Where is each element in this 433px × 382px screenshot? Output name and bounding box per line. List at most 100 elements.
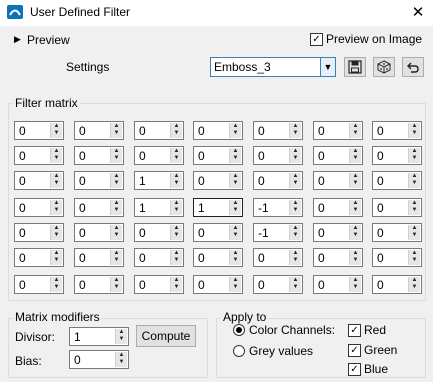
matrix-cell-r4-c5[interactable]: -1 ▲ ▼ (253, 198, 303, 217)
spinner-arrows-icon[interactable]: ▲ ▼ (229, 123, 241, 138)
matrix-cell-r1-c4[interactable]: 0 ▲ ▼ (193, 121, 243, 140)
matrix-cell-r5-c1[interactable]: 0 ▲ ▼ (14, 223, 64, 242)
matrix-cell-r3-c2[interactable]: 0 ▲ ▼ (74, 171, 124, 190)
matrix-cell-r6-c2[interactable]: 0 ▲ ▼ (74, 248, 124, 267)
spinner-arrows-icon[interactable]: ▲ ▼ (170, 123, 182, 138)
matrix-cell-r3-c3[interactable]: 1 ▲ ▼ (134, 171, 184, 190)
spinner-arrows-icon[interactable]: ▲ ▼ (229, 250, 241, 265)
grey-values-label[interactable]: Grey values (249, 344, 313, 358)
spinner-arrows-icon[interactable]: ▲ ▼ (170, 200, 182, 215)
settings-dropdown[interactable]: Emboss_3 ▼ (210, 57, 336, 77)
spinner-arrows-icon[interactable]: ▲ ▼ (289, 250, 301, 265)
spinner-arrows-icon[interactable]: ▲ ▼ (50, 277, 62, 292)
preview-on-image-checkbox[interactable]: ✓ (310, 33, 323, 46)
matrix-cell-r7-c1[interactable]: 0 ▲ ▼ (14, 275, 64, 294)
spinner-arrows-icon[interactable]: ▲ ▼ (170, 225, 182, 240)
matrix-cell-r1-c3[interactable]: 0 ▲ ▼ (134, 121, 184, 140)
matrix-cell-r3-c1[interactable]: 0 ▲ ▼ (14, 171, 64, 190)
matrix-cell-r3-c7[interactable]: 0 ▲ ▼ (372, 171, 422, 190)
spinner-arrows-icon[interactable]: ▲ ▼ (408, 277, 420, 292)
randomize-button[interactable] (373, 57, 395, 77)
matrix-cell-r3-c5[interactable]: 0 ▲ ▼ (253, 171, 303, 190)
spinner-arrows-icon[interactable]: ▲ ▼ (50, 250, 62, 265)
matrix-cell-r1-c7[interactable]: 0 ▲ ▼ (372, 121, 422, 140)
spinner-arrows-icon[interactable]: ▲ ▼ (110, 200, 122, 215)
spinner-arrows-icon[interactable]: ▲ ▼ (170, 148, 182, 163)
triangle-right-icon[interactable]: ▶ (14, 34, 21, 45)
matrix-cell-r4-c4[interactable]: 1 ▲ ▼ (193, 198, 243, 217)
matrix-cell-r6-c7[interactable]: 0 ▲ ▼ (372, 248, 422, 267)
color-channels-radio[interactable] (233, 324, 245, 336)
matrix-cell-r6-c4[interactable]: 0 ▲ ▼ (193, 248, 243, 267)
spinner-arrows-icon[interactable]: ▲ ▼ (408, 173, 420, 188)
spinner-arrows-icon[interactable]: ▲ ▼ (229, 277, 241, 292)
grey-values-radio[interactable] (233, 345, 245, 357)
blue-label[interactable]: Blue (364, 362, 388, 376)
spinner-arrows-icon[interactable]: ▲ ▼ (408, 148, 420, 163)
matrix-cell-r2-c5[interactable]: 0 ▲ ▼ (253, 146, 303, 165)
matrix-cell-r4-c3[interactable]: 1 ▲ ▼ (134, 198, 184, 217)
spinner-arrows-icon[interactable]: ▲ ▼ (289, 225, 301, 240)
matrix-cell-r4-c6[interactable]: 0 ▲ ▼ (313, 198, 363, 217)
matrix-cell-r7-c5[interactable]: 0 ▲ ▼ (253, 275, 303, 294)
green-label[interactable]: Green (364, 343, 397, 357)
matrix-cell-r3-c4[interactable]: 0 ▲ ▼ (193, 171, 243, 190)
spinner-arrows-icon[interactable]: ▲ ▼ (289, 148, 301, 163)
spinner-arrows-icon[interactable]: ▲ ▼ (110, 277, 122, 292)
chevron-down-icon[interactable]: ▼ (320, 58, 335, 76)
spinner-arrows-icon[interactable]: ▲ ▼ (349, 225, 361, 240)
compute-button[interactable]: Compute (136, 325, 196, 347)
spinner-arrows-icon[interactable]: ▲ ▼ (115, 329, 127, 344)
spinner-arrows-icon[interactable]: ▲ ▼ (50, 200, 62, 215)
matrix-cell-r7-c7[interactable]: 0 ▲ ▼ (372, 275, 422, 294)
spinner-arrows-icon[interactable]: ▲ ▼ (289, 173, 301, 188)
spinner-arrows-icon[interactable]: ▲ ▼ (229, 225, 241, 240)
divisor-spinner[interactable]: 1 ▲ ▼ (69, 327, 129, 346)
blue-checkbox[interactable]: ✓ (348, 363, 361, 376)
reset-button[interactable] (402, 57, 424, 77)
preview-toggle[interactable]: Preview (27, 33, 70, 47)
spinner-arrows-icon[interactable]: ▲ ▼ (229, 200, 241, 215)
matrix-cell-r3-c6[interactable]: 0 ▲ ▼ (313, 171, 363, 190)
matrix-cell-r1-c2[interactable]: 0 ▲ ▼ (74, 121, 124, 140)
red-checkbox[interactable]: ✓ (348, 324, 361, 337)
spinner-arrows-icon[interactable]: ▲ ▼ (349, 277, 361, 292)
matrix-cell-r7-c6[interactable]: 0 ▲ ▼ (313, 275, 363, 294)
spinner-arrows-icon[interactable]: ▲ ▼ (349, 173, 361, 188)
spinner-arrows-icon[interactable]: ▲ ▼ (110, 225, 122, 240)
spinner-arrows-icon[interactable]: ▲ ▼ (349, 250, 361, 265)
matrix-cell-r2-c3[interactable]: 0 ▲ ▼ (134, 146, 184, 165)
spinner-arrows-icon[interactable]: ▲ ▼ (170, 250, 182, 265)
matrix-cell-r5-c7[interactable]: 0 ▲ ▼ (372, 223, 422, 242)
matrix-cell-r6-c5[interactable]: 0 ▲ ▼ (253, 248, 303, 267)
spinner-arrows-icon[interactable]: ▲ ▼ (110, 148, 122, 163)
matrix-cell-r5-c3[interactable]: 0 ▲ ▼ (134, 223, 184, 242)
spinner-arrows-icon[interactable]: ▲ ▼ (408, 123, 420, 138)
spinner-arrows-icon[interactable]: ▲ ▼ (408, 250, 420, 265)
matrix-cell-r2-c6[interactable]: 0 ▲ ▼ (313, 146, 363, 165)
preview-on-image-label[interactable]: Preview on Image (326, 32, 422, 46)
spinner-arrows-icon[interactable]: ▲ ▼ (229, 148, 241, 163)
spinner-arrows-icon[interactable]: ▲ ▼ (110, 123, 122, 138)
spinner-arrows-icon[interactable]: ▲ ▼ (408, 225, 420, 240)
matrix-cell-r2-c7[interactable]: 0 ▲ ▼ (372, 146, 422, 165)
matrix-cell-r7-c2[interactable]: 0 ▲ ▼ (74, 275, 124, 294)
matrix-cell-r1-c1[interactable]: 0 ▲ ▼ (14, 121, 64, 140)
spinner-arrows-icon[interactable]: ▲ ▼ (170, 277, 182, 292)
matrix-cell-r6-c6[interactable]: 0 ▲ ▼ (313, 248, 363, 267)
matrix-cell-r1-c5[interactable]: 0 ▲ ▼ (253, 121, 303, 140)
spinner-arrows-icon[interactable]: ▲ ▼ (349, 148, 361, 163)
matrix-cell-r4-c1[interactable]: 0 ▲ ▼ (14, 198, 64, 217)
spinner-arrows-icon[interactable]: ▲ ▼ (50, 123, 62, 138)
matrix-cell-r5-c5[interactable]: -1 ▲ ▼ (253, 223, 303, 242)
spinner-arrows-icon[interactable]: ▲ ▼ (349, 200, 361, 215)
spinner-arrows-icon[interactable]: ▲ ▼ (289, 123, 301, 138)
color-channels-label[interactable]: Color Channels: (249, 323, 335, 337)
matrix-cell-r6-c3[interactable]: 0 ▲ ▼ (134, 248, 184, 267)
spinner-arrows-icon[interactable]: ▲ ▼ (170, 173, 182, 188)
matrix-cell-r2-c2[interactable]: 0 ▲ ▼ (74, 146, 124, 165)
matrix-cell-r5-c2[interactable]: 0 ▲ ▼ (74, 223, 124, 242)
spinner-arrows-icon[interactable]: ▲ ▼ (408, 200, 420, 215)
spinner-arrows-icon[interactable]: ▲ ▼ (289, 277, 301, 292)
matrix-cell-r1-c6[interactable]: 0 ▲ ▼ (313, 121, 363, 140)
